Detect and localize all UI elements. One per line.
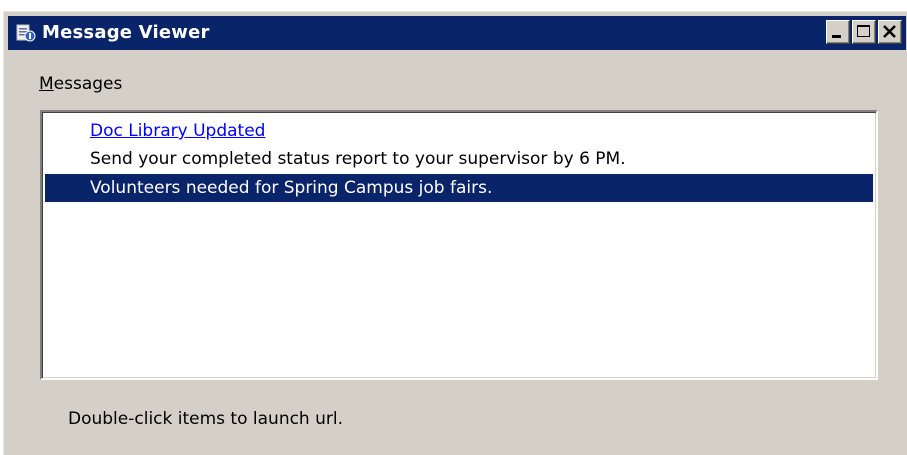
title-bar[interactable]: Message Viewer xyxy=(8,16,906,50)
minimize-icon xyxy=(832,35,841,38)
close-button[interactable] xyxy=(878,20,902,44)
message-viewer-window: Message Viewer Messages Doc Library Upda… xyxy=(3,11,907,455)
messages-label-text: essages xyxy=(53,74,123,94)
list-item-volunteers-selected[interactable]: Volunteers needed for Spring Campus job … xyxy=(45,174,873,202)
window-title: Message Viewer xyxy=(42,22,210,43)
list-item-link-text[interactable]: Doc Library Updated xyxy=(90,121,265,141)
close-icon xyxy=(883,25,896,38)
messages-label-mnemonic: M xyxy=(39,74,54,94)
list-item-status-report[interactable]: Send your completed status report to you… xyxy=(45,145,873,173)
message-viewer-app-icon xyxy=(16,24,36,42)
minimize-button[interactable] xyxy=(826,20,850,44)
list-item-text: Volunteers needed for Spring Campus job … xyxy=(90,178,493,198)
messages-listbox[interactable]: Doc Library Updated Send your completed … xyxy=(40,110,878,380)
messages-label: Messages xyxy=(39,74,122,94)
list-item-doc-library-updated[interactable]: Doc Library Updated xyxy=(45,117,873,145)
maximize-icon xyxy=(857,25,870,37)
instruction-text: Double-click items to launch url. xyxy=(68,409,344,429)
list-item-text: Send your completed status report to you… xyxy=(90,149,626,169)
maximize-button[interactable] xyxy=(852,20,876,44)
